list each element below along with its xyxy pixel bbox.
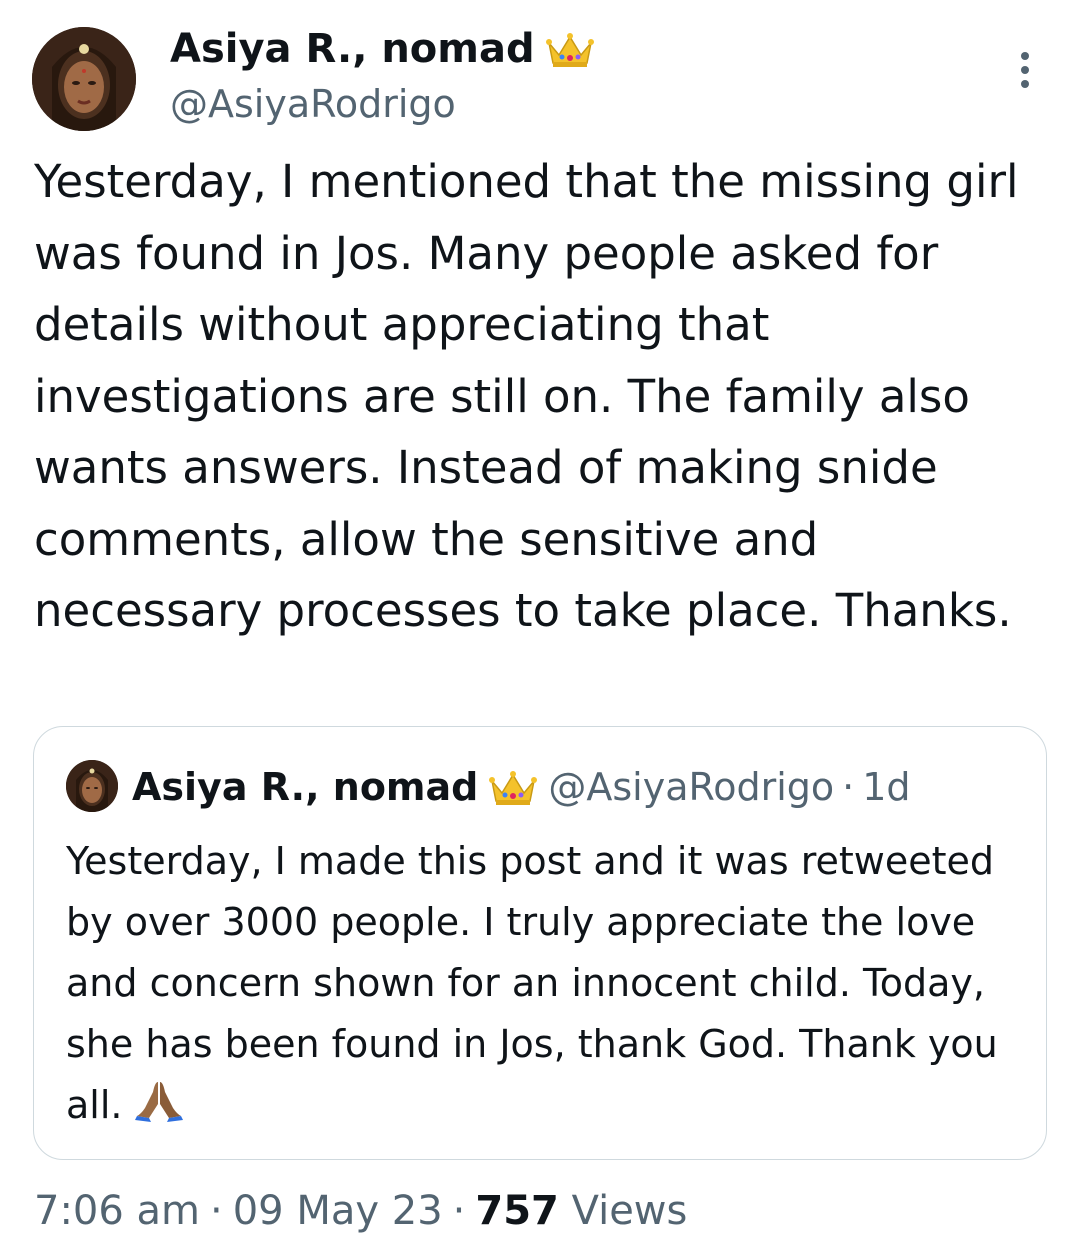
quoted-tweet-age[interactable]: 1d (862, 765, 910, 809)
crown-icon (545, 29, 595, 69)
crown-icon (488, 767, 538, 807)
separator-dot: · (842, 765, 855, 809)
tweet-date[interactable]: 09 May 23 (233, 1188, 443, 1234)
more-vertical-icon (1021, 52, 1029, 88)
quoted-tweet-text: Yesterday, I made this post and it was r… (66, 831, 1026, 1136)
separator-dot: · (210, 1188, 223, 1234)
author-name[interactable]: Asiya R., nomad (170, 24, 595, 74)
quoted-author-avatar[interactable] (66, 760, 118, 812)
profile-photo-icon (32, 27, 136, 131)
quoted-tweet-text-body: Yesterday, I made this post and it was r… (66, 839, 998, 1127)
quoted-author-handle[interactable]: @AsiyaRodrigo (548, 765, 834, 809)
tweet-time[interactable]: 7:06 am (34, 1188, 200, 1234)
quoted-tweet-header: Asiya R., nomad @AsiyaRodrigo · 1d (132, 759, 911, 815)
profile-photo-icon (66, 760, 118, 812)
tweet-metadata: 7:06 am · 09 May 23 · 757 Views (34, 1185, 687, 1237)
quoted-tweet-card[interactable]: Asiya R., nomad @AsiyaRodrigo · 1d Yeste… (33, 726, 1047, 1160)
views-count[interactable]: 757 (475, 1188, 559, 1234)
separator-dot: · (452, 1188, 466, 1234)
more-options-button[interactable] (1000, 40, 1050, 100)
folded-hands-icon (134, 1078, 183, 1122)
quoted-author-name[interactable]: Asiya R., nomad (132, 765, 478, 809)
views-label: Views (571, 1188, 688, 1234)
author-avatar[interactable] (32, 27, 136, 131)
author-name-text: Asiya R., nomad (170, 26, 535, 72)
author-handle[interactable]: @AsiyaRodrigo (170, 80, 456, 128)
tweet-text: Yesterday, I mentioned that the missing … (34, 155, 1019, 637)
